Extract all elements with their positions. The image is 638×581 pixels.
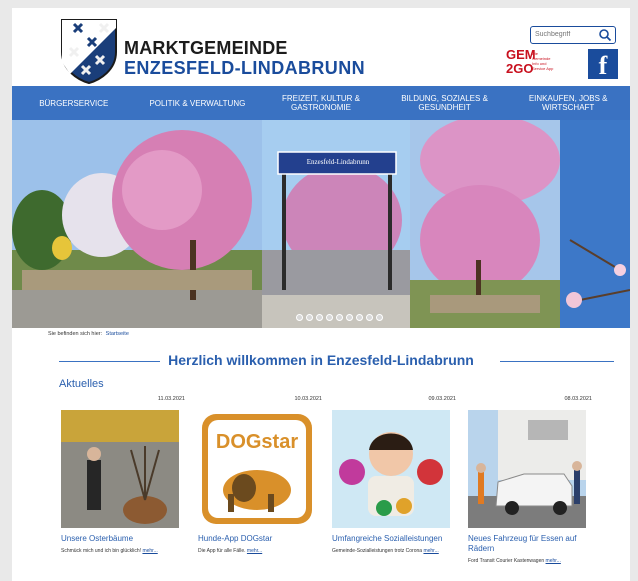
news-more-link[interactable]: mehr...	[546, 558, 561, 564]
blossom-branch-image	[560, 120, 630, 328]
nav-item-politik[interactable]: POLITIK & VERWALTUNG	[136, 86, 260, 120]
blossom-tree-image-2	[410, 120, 560, 328]
municipal-crest-icon[interactable]	[60, 18, 118, 84]
banner-slide-1	[12, 120, 262, 328]
facebook-icon[interactable]: f	[588, 49, 618, 80]
hero-banner[interactable]: Enzesfeld-Lindabrunn	[12, 120, 630, 328]
svg-text:DOGstar: DOGstar	[216, 431, 298, 453]
slider-dot[interactable]	[336, 314, 343, 321]
news-more-link[interactable]: mehr...	[142, 548, 157, 554]
news-item[interactable]: 08.03.2021 Neues Fahrzeug für Essen auf …	[468, 396, 592, 565]
news-thumbnail[interactable]	[332, 410, 450, 528]
brand-title-bottom[interactable]: ENZESFELD-LINDABRUNN	[124, 58, 365, 79]
nav-item-einkaufen[interactable]: EINKAUFEN, JOBS & WIRTSCHAFT	[506, 86, 630, 120]
news-title[interactable]: Unsere Osterbäume	[61, 534, 185, 544]
nav-item-buergerservice[interactable]: BÜRGERSERVICE	[12, 86, 136, 120]
news-thumbnail[interactable]	[61, 410, 179, 528]
search-icon[interactable]	[598, 28, 612, 42]
nav-item-freizeit[interactable]: FREIZEIT, KULTUR & GASTRONOMIE	[259, 86, 383, 120]
site-header: MARKTGEMEINDE ENZESFELD-LINDABRUNN GEM 2…	[12, 8, 630, 86]
town-sign-image	[262, 120, 410, 328]
news-title[interactable]: Umfangreiche Sozialleistungen	[332, 534, 456, 544]
nav-item-bildung[interactable]: BILDUNG, SOZIALES & GESUNDHEIT	[383, 86, 507, 120]
breadcrumb-prefix: Sie befinden sich hier:	[48, 331, 103, 337]
news-teaser: Gemeinde-Sozialleistungen trotz Corona m…	[332, 548, 439, 554]
breadcrumb-home-link[interactable]: Startseite	[106, 331, 129, 337]
news-item[interactable]: 10.03.2021 DOGstar Hunde-App DOGstar Die…	[198, 396, 322, 555]
news-thumbnail[interactable]	[468, 410, 586, 528]
blossom-tree-image	[12, 120, 262, 328]
slider-dot[interactable]	[376, 314, 383, 321]
gem2go-tagline: Die Gemeinde Info und Service App	[532, 51, 554, 71]
banner-slide-4	[560, 120, 630, 328]
gem2go-logo[interactable]: GEM 2GO Die Gemeinde Info und Service Ap…	[506, 48, 554, 84]
slider-dot[interactable]	[346, 314, 353, 321]
slider-dot[interactable]	[366, 314, 373, 321]
slider-dot[interactable]	[316, 314, 323, 321]
news-date: 09.03.2021	[428, 396, 456, 402]
slider-dot[interactable]	[356, 314, 363, 321]
news-more-link[interactable]: mehr...	[423, 548, 438, 554]
page-frame: MARKTGEMEINDE ENZESFELD-LINDABRUNN GEM 2…	[12, 8, 630, 581]
gem2go-text-2: 2GO	[506, 61, 534, 76]
slider-dot[interactable]	[326, 314, 333, 321]
news-date: 10.03.2021	[294, 396, 322, 402]
main-navigation: BÜRGERSERVICE POLITIK & VERWALTUNG FREIZ…	[12, 86, 630, 120]
news-teaser: Ford Transit Courier Kastenwagen mehr...	[468, 558, 561, 564]
search-input[interactable]	[531, 27, 595, 41]
news-more-link[interactable]: mehr...	[247, 548, 262, 554]
news-thumbnail[interactable]: DOGstar	[198, 410, 316, 528]
news-date: 08.03.2021	[564, 396, 592, 402]
news-teaser: Die App für alle Fälle. mehr...	[198, 548, 263, 554]
slider-dots	[296, 314, 383, 321]
news-title[interactable]: Hunde-App DOGstar	[198, 534, 322, 544]
news-title[interactable]: Neues Fahrzeug für Essen auf Rädern	[468, 534, 592, 554]
news-teaser: Schmück mich und ich bin glücklich! mehr…	[61, 548, 158, 554]
slider-dot[interactable]	[306, 314, 313, 321]
news-item[interactable]: 09.03.2021 Umfangreiche Sozialleistungen…	[332, 396, 456, 555]
town-sign-text: Enzesfeld-Lindabrunn	[306, 158, 370, 166]
banner-slide-2: Enzesfeld-Lindabrunn	[262, 120, 410, 328]
section-title-aktuelles: Aktuelles	[59, 378, 104, 390]
welcome-heading: Herzlich willkommen in Enzesfeld-Lindabr…	[12, 352, 630, 368]
banner-slide-3	[410, 120, 560, 328]
search-box	[530, 26, 616, 44]
slider-dot[interactable]	[296, 314, 303, 321]
breadcrumb: Sie befinden sich hier: Startseite	[48, 331, 129, 337]
news-date: 11.03.2021	[157, 396, 185, 402]
news-item[interactable]: 11.03.2021 Unsere Osterbäume Schmück mic…	[61, 396, 185, 555]
brand-title-top[interactable]: MARKTGEMEINDE	[124, 38, 288, 59]
